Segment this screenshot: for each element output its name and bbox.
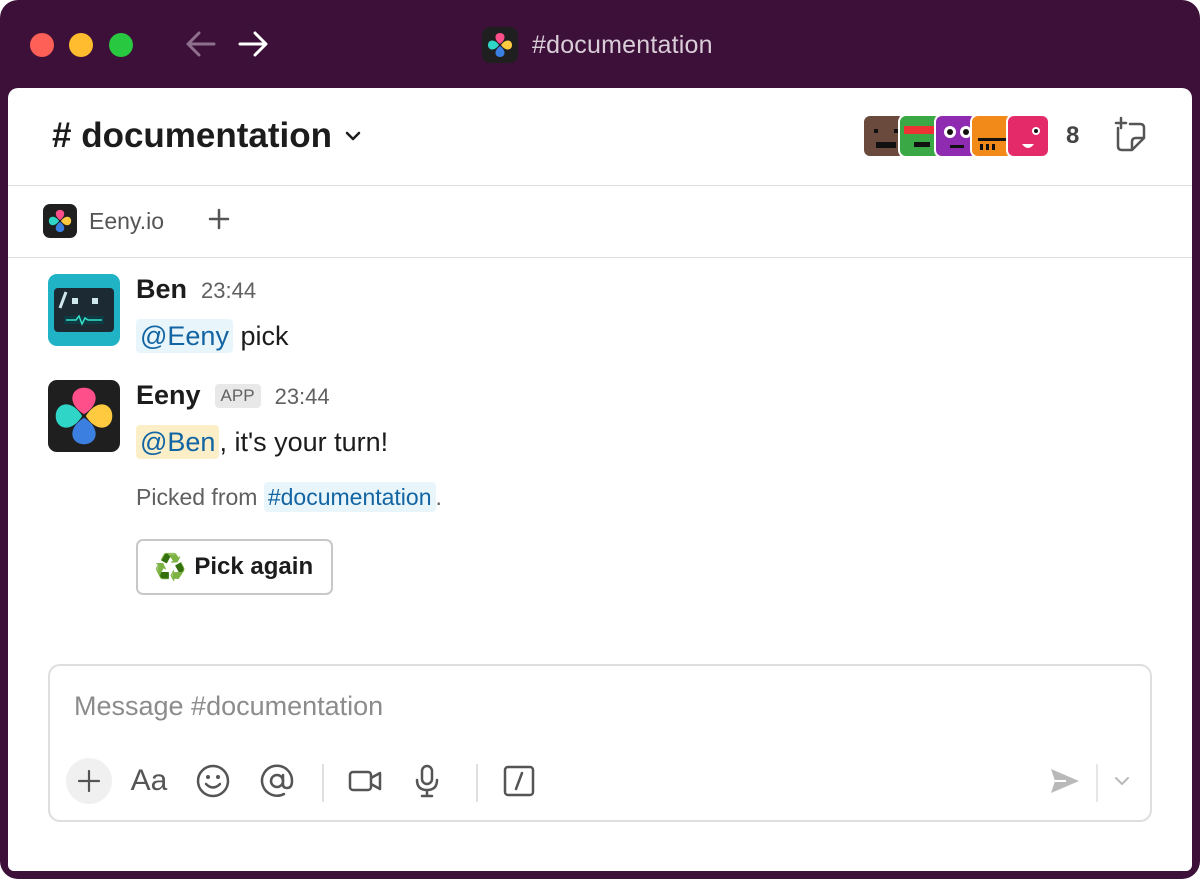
microphone-icon [415,764,439,798]
user-mention[interactable]: @Ben [136,425,220,459]
close-window-button[interactable] [30,33,54,57]
mention-button[interactable] [254,758,300,804]
at-icon [260,764,294,797]
recycle-icon: ♻️ [154,551,187,582]
message-text-content: , it's your turn! [219,427,389,457]
message-composer: Aa [48,664,1152,822]
bookmarks-bar: Eeny.io [8,186,1192,258]
title-bar: #documentation [0,0,1200,88]
zoom-window-button[interactable] [109,33,133,57]
message-header: Ben 23:44 [136,274,1136,308]
channel-view: # documentation 8 Eeny.io Ben 23:44 @Een… [8,88,1192,871]
pick-again-button[interactable]: ♻️ Pick again [136,539,334,595]
emoji-button[interactable] [190,758,236,804]
chevron-down-icon [345,131,361,141]
message-body: Ben 23:44 @Eeny pick [136,274,1136,356]
pick-again-label: Pick again [194,553,314,580]
avatar[interactable] [48,380,120,452]
member-avatar [1006,114,1050,158]
member-count: 8 [1066,122,1080,149]
eeny-logo-icon [43,204,77,238]
formatting-button[interactable]: Aa [126,758,172,804]
app-window: #documentation # documentation 8 Eeny.io… [0,0,1200,879]
message-input[interactable] [74,684,1114,728]
members-button[interactable]: 8 [862,113,1079,159]
bookmark-eeny[interactable]: Eeny.io [43,204,164,238]
sender-name[interactable]: Ben [136,274,187,305]
composer-toolbar: Aa [66,756,1146,806]
minimize-window-button[interactable] [69,33,93,57]
channel-name-button[interactable]: # documentation [52,116,362,156]
context-suffix: . [435,484,442,510]
toolbar-divider [322,764,324,802]
channel-header: # documentation 8 [8,88,1192,186]
slash-command-icon [503,765,535,797]
video-icon [348,770,382,792]
sender-name[interactable]: Eeny [136,380,201,411]
timestamp[interactable]: 23:44 [201,278,256,304]
message-header: Eeny APP 23:44 [136,380,1136,414]
text-format-icon: Aa [130,764,168,797]
plus-icon [77,769,101,793]
arrow-left-icon[interactable] [184,26,218,62]
send-button[interactable] [1042,758,1088,804]
window-title: #documentation [482,25,713,65]
arrow-right-icon[interactable] [236,26,270,62]
context-prefix: Picked from [136,484,264,510]
eeny-logo-icon [482,27,518,63]
message-text: @Ben, it's your turn! [136,422,1136,462]
message-text-content: pick [232,321,289,351]
attach-button[interactable] [66,758,112,804]
bookmark-label: Eeny.io [89,207,165,234]
emoji-icon [196,764,230,798]
toolbar-divider [1096,764,1098,802]
message-text: @Eeny pick [136,316,1136,356]
avatar[interactable] [48,274,120,346]
canvas-add-icon[interactable] [1110,116,1152,158]
user-mention[interactable]: @Eeny [136,319,233,353]
shortcuts-button[interactable] [496,758,542,804]
message-body: Eeny APP 23:44 @Ben, it's your turn! Pic… [136,380,1136,595]
send-options-button[interactable] [1102,758,1142,804]
send-icon [1051,769,1079,793]
channel-name: # documentation [52,116,333,155]
toolbar-divider [476,764,478,802]
audio-clip-button[interactable] [404,758,450,804]
chevron-down-icon [1115,777,1129,785]
plus-icon[interactable] [206,206,232,232]
context-line: Picked from #documentation. [136,482,1136,512]
app-badge: APP [214,384,261,408]
channel-link[interactable]: #documentation [263,482,436,512]
video-clip-button[interactable] [342,758,388,804]
window-title-text: #documentation [532,30,713,59]
timestamp[interactable]: 23:44 [275,384,330,410]
